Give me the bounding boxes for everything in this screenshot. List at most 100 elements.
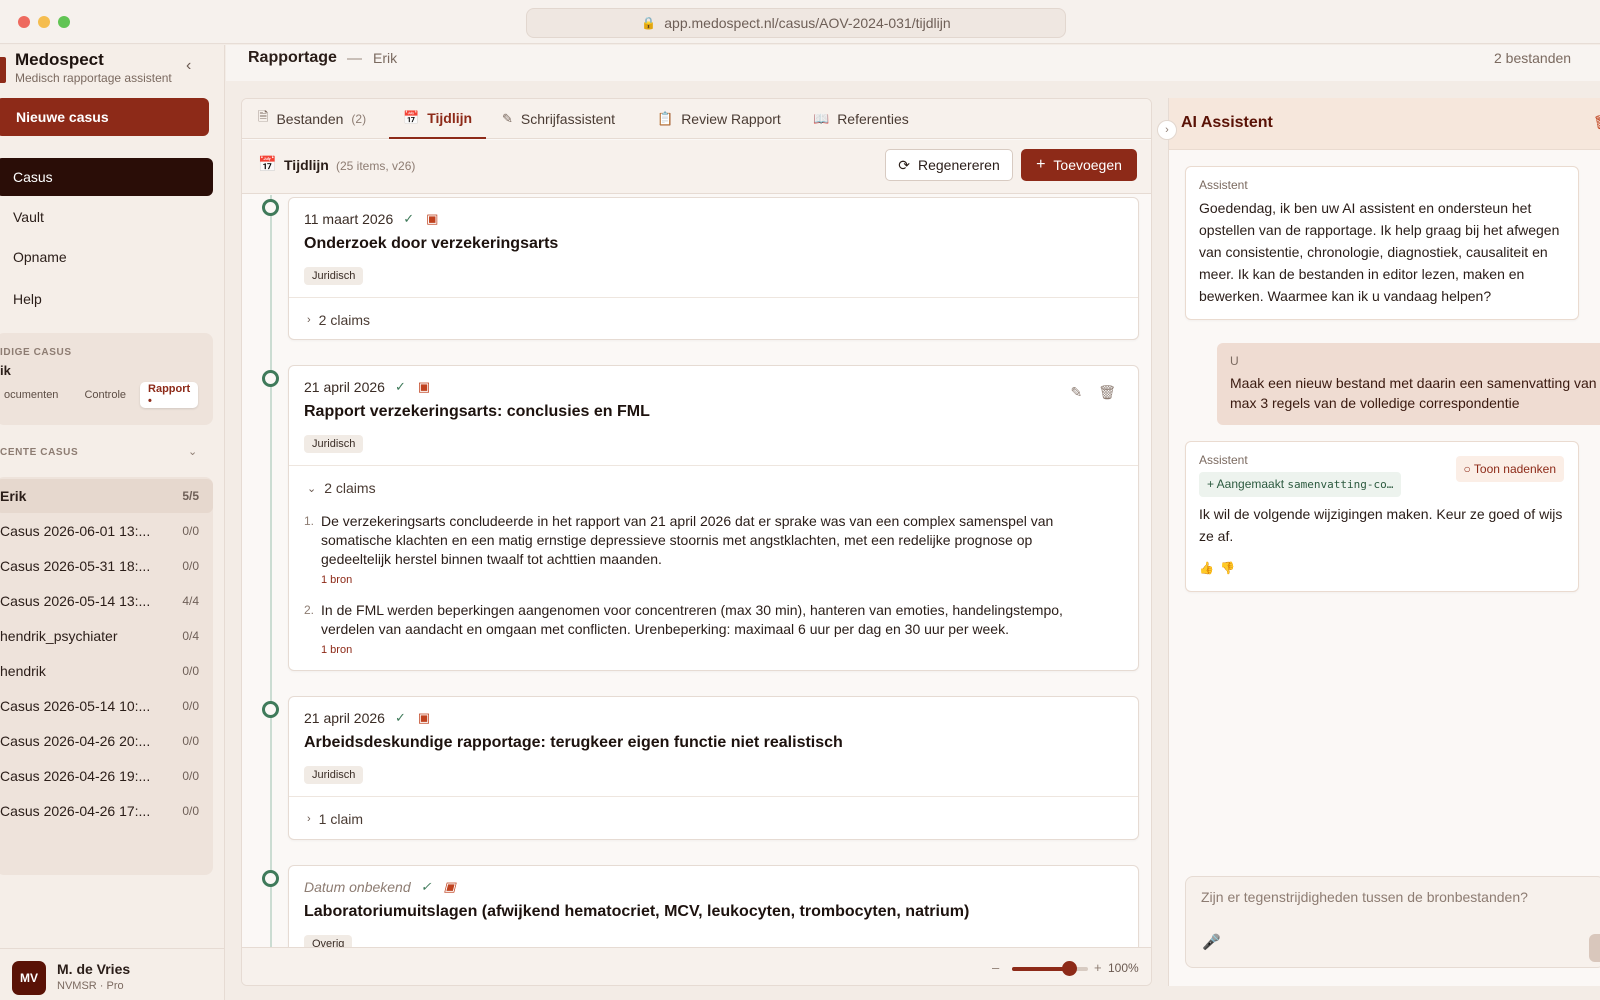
recent-case-item[interactable]: hendrik 0/0 bbox=[0, 654, 213, 688]
claim-number: 2. bbox=[304, 603, 315, 617]
sidebar: Medospect Medisch rapportage assistent ‹… bbox=[0, 45, 225, 1000]
page-header: Rapportage — Erik 2 bestanden bbox=[226, 45, 1600, 81]
close-window-icon[interactable] bbox=[18, 16, 30, 28]
recent-case-item[interactable]: Casus 2026-06-01 13:... 0/0 bbox=[0, 514, 213, 548]
recent-case-item[interactable]: Casus 2026-04-26 20:... 0/0 bbox=[0, 724, 213, 758]
claims-toggle[interactable]: ⌄ 2 claims bbox=[307, 480, 376, 496]
title-separator: — bbox=[347, 50, 362, 67]
ai-chip-icon: ▣ bbox=[417, 379, 431, 394]
current-case-name: ik bbox=[0, 363, 11, 378]
tab-referenties[interactable]: 📖 Referenties bbox=[813, 99, 909, 139]
case-name: Erik bbox=[373, 50, 398, 66]
regenerate-button[interactable]: ⟳ Regenereren bbox=[885, 149, 1013, 181]
claim-text: De verzekeringsarts concludeerde in het … bbox=[321, 513, 1054, 567]
created-file-badge[interactable]: + Aangemaakt samenvatting-co… bbox=[1199, 472, 1402, 497]
zoom-in-icon[interactable]: + bbox=[1094, 960, 1102, 975]
claims-toggle[interactable]: › 1 claim bbox=[307, 811, 363, 827]
event-tag: Juridisch bbox=[304, 267, 364, 285]
assistant-message: Assistent Goedendag, ik ben uw AI assist… bbox=[1185, 166, 1579, 320]
check-icon: ✓ bbox=[394, 379, 406, 394]
tab-bestanden[interactable]: 🗎 Bestanden (2) bbox=[258, 99, 366, 139]
minimize-window-icon[interactable] bbox=[38, 16, 50, 28]
tab-tijdlijn[interactable]: 📅 Tijdlijn bbox=[389, 99, 487, 139]
file-icon: 🗎 bbox=[258, 109, 269, 124]
card-divider bbox=[289, 297, 1138, 298]
timeline-event-card[interactable]: Datum onbekend ✓ ▣ Laboratoriumuitslagen (… bbox=[288, 865, 1139, 947]
collapse-panel-icon[interactable]: › bbox=[1157, 120, 1177, 140]
chat-input[interactable]: Zijn er tegenstrijdigheden tussen de bro… bbox=[1185, 876, 1600, 968]
clipboard-icon: 📋 bbox=[657, 111, 674, 126]
thumbs-up-icon[interactable]: 👍 bbox=[1199, 561, 1220, 575]
timeline-title: Tijdlijn bbox=[284, 157, 329, 173]
timeline-dot bbox=[262, 701, 279, 718]
recent-case-item[interactable]: Casus 2026-05-14 10:... 0/0 bbox=[0, 689, 213, 723]
message-text: Ik wil de volgende wijzigingen maken. Ke… bbox=[1199, 506, 1563, 544]
current-case-tabs: ocumenten Controle Rapport • bbox=[0, 381, 199, 409]
recent-case-item[interactable]: hendrik_psychiater 0/4 bbox=[0, 619, 213, 653]
claims-toggle[interactable]: › 2 claims bbox=[307, 312, 370, 328]
message-sender: Assistent bbox=[1199, 178, 1248, 192]
recent-case-item[interactable]: Casus 2026-05-14 13:... 4/4 bbox=[0, 584, 213, 618]
claim-number: 1. bbox=[304, 514, 315, 528]
main-panel: 🗎 Bestanden (2) 📅 Tijdlijn ✎ Schrijfassisten… bbox=[241, 98, 1152, 986]
trash-icon[interactable]: 🗑 bbox=[1593, 114, 1600, 131]
lock-icon: 🔒 bbox=[641, 16, 657, 30]
zoom-out-icon[interactable]: – bbox=[992, 960, 999, 975]
timeline-event-card[interactable]: 21 april 2026 ✓ ▣ ✎ 🗑 Rapport verzekeringsa… bbox=[288, 365, 1139, 671]
claim-source-link[interactable]: 1 bron bbox=[321, 571, 1094, 590]
message-text: Maak een nieuw bestand met daarin een sa… bbox=[1230, 375, 1597, 411]
nav-item-help[interactable]: Help bbox=[0, 280, 213, 318]
event-title: Laboratoriumuitslagen (afwijkend hematoc… bbox=[304, 903, 970, 920]
event-date: Datum onbekend bbox=[304, 879, 411, 895]
microphone-icon[interactable]: 🎤 bbox=[1202, 933, 1221, 951]
zoom-slider-fill bbox=[1012, 967, 1069, 971]
tab-review-rapport[interactable]: 📋 Review Rapport bbox=[657, 99, 781, 139]
show-thinking-button[interactable]: ○ Toon nadenken bbox=[1455, 456, 1564, 482]
calendar-icon: 📅 bbox=[403, 110, 420, 125]
tab-schrijfassistent[interactable]: ✎ Schrijfassistent bbox=[502, 99, 615, 139]
current-tab-controle[interactable]: Controle bbox=[76, 382, 134, 408]
plus-icon: + bbox=[1036, 156, 1046, 173]
timeline-event-card[interactable]: 11 maart 2026 ✓ ▣ Onderzoek door verzekeri… bbox=[288, 197, 1139, 340]
collapse-sidebar-icon[interactable]: ‹ bbox=[186, 57, 191, 75]
add-event-button[interactable]: + Toevoegen bbox=[1021, 149, 1137, 181]
user-profile[interactable]: MV M. de Vries NVMSR · Pro bbox=[0, 948, 225, 1000]
recent-case-item[interactable]: Casus 2026-04-26 19:... 0/0 bbox=[0, 759, 213, 793]
files-count[interactable]: 2 bestanden bbox=[1494, 50, 1571, 66]
user-message: U Maak een nieuw bestand met daarin een … bbox=[1217, 343, 1600, 425]
current-tab-rapport[interactable]: Rapport • bbox=[140, 382, 199, 408]
current-tab-documenten[interactable]: ocumenten bbox=[0, 382, 66, 408]
recent-case-item[interactable]: Casus 2026-05-31 18:... 0/0 bbox=[0, 549, 213, 583]
send-button[interactable]: ↑ bbox=[1589, 934, 1600, 962]
address-bar[interactable]: 🔒 app.medospect.nl/casus/AOV-2024-031/ti… bbox=[526, 8, 1066, 38]
thumbs-down-icon[interactable]: 👎 bbox=[1220, 561, 1241, 575]
card-divider bbox=[289, 796, 1138, 797]
recent-case-item[interactable]: Erik 5/5 bbox=[0, 479, 213, 513]
recent-cases-list: Erik 5/5 Casus 2026-06-01 13:... 0/0 Casus… bbox=[0, 477, 213, 875]
card-divider bbox=[289, 465, 1138, 466]
nav-item-opname[interactable]: Opname bbox=[0, 238, 213, 276]
event-date: 11 maart 2026 bbox=[304, 211, 394, 227]
nav-item-vault[interactable]: Vault bbox=[0, 198, 213, 236]
edit-icon: ✎ bbox=[502, 111, 513, 126]
event-date: 21 april 2026 bbox=[304, 379, 385, 395]
check-icon: ✓ bbox=[420, 879, 432, 894]
zoom-slider-handle[interactable] bbox=[1062, 961, 1077, 976]
zoom-slider[interactable] bbox=[1012, 961, 1088, 976]
check-icon: ✓ bbox=[403, 211, 415, 226]
timeline-line bbox=[270, 195, 272, 947]
browser-titlebar: 🔒 app.medospect.nl/casus/AOV-2024-031/ti… bbox=[0, 0, 1600, 44]
maximize-window-icon[interactable] bbox=[58, 16, 70, 28]
recent-cases-label: CENTE CASUS bbox=[0, 447, 79, 458]
timeline-event-card[interactable]: 21 april 2026 ✓ ▣ Arbeidsdeskundige rappor… bbox=[288, 696, 1139, 840]
ai-panel-title: AI Assistent bbox=[1181, 114, 1273, 131]
edit-icon[interactable]: ✎ bbox=[1070, 384, 1082, 401]
new-case-button[interactable]: Nieuwe casus bbox=[0, 98, 209, 136]
claim-source-link[interactable]: 1 bron bbox=[321, 641, 1094, 660]
ai-panel-header: AI Assistent › 🗑 bbox=[1157, 98, 1600, 150]
event-tag: Juridisch bbox=[304, 435, 364, 453]
trash-icon[interactable]: 🗑 bbox=[1098, 384, 1116, 401]
nav-item-casus[interactable]: Casus bbox=[0, 158, 213, 196]
message-sender: U bbox=[1230, 354, 1239, 368]
recent-case-item[interactable]: Casus 2026-04-26 17:... 0/0 bbox=[0, 794, 213, 828]
